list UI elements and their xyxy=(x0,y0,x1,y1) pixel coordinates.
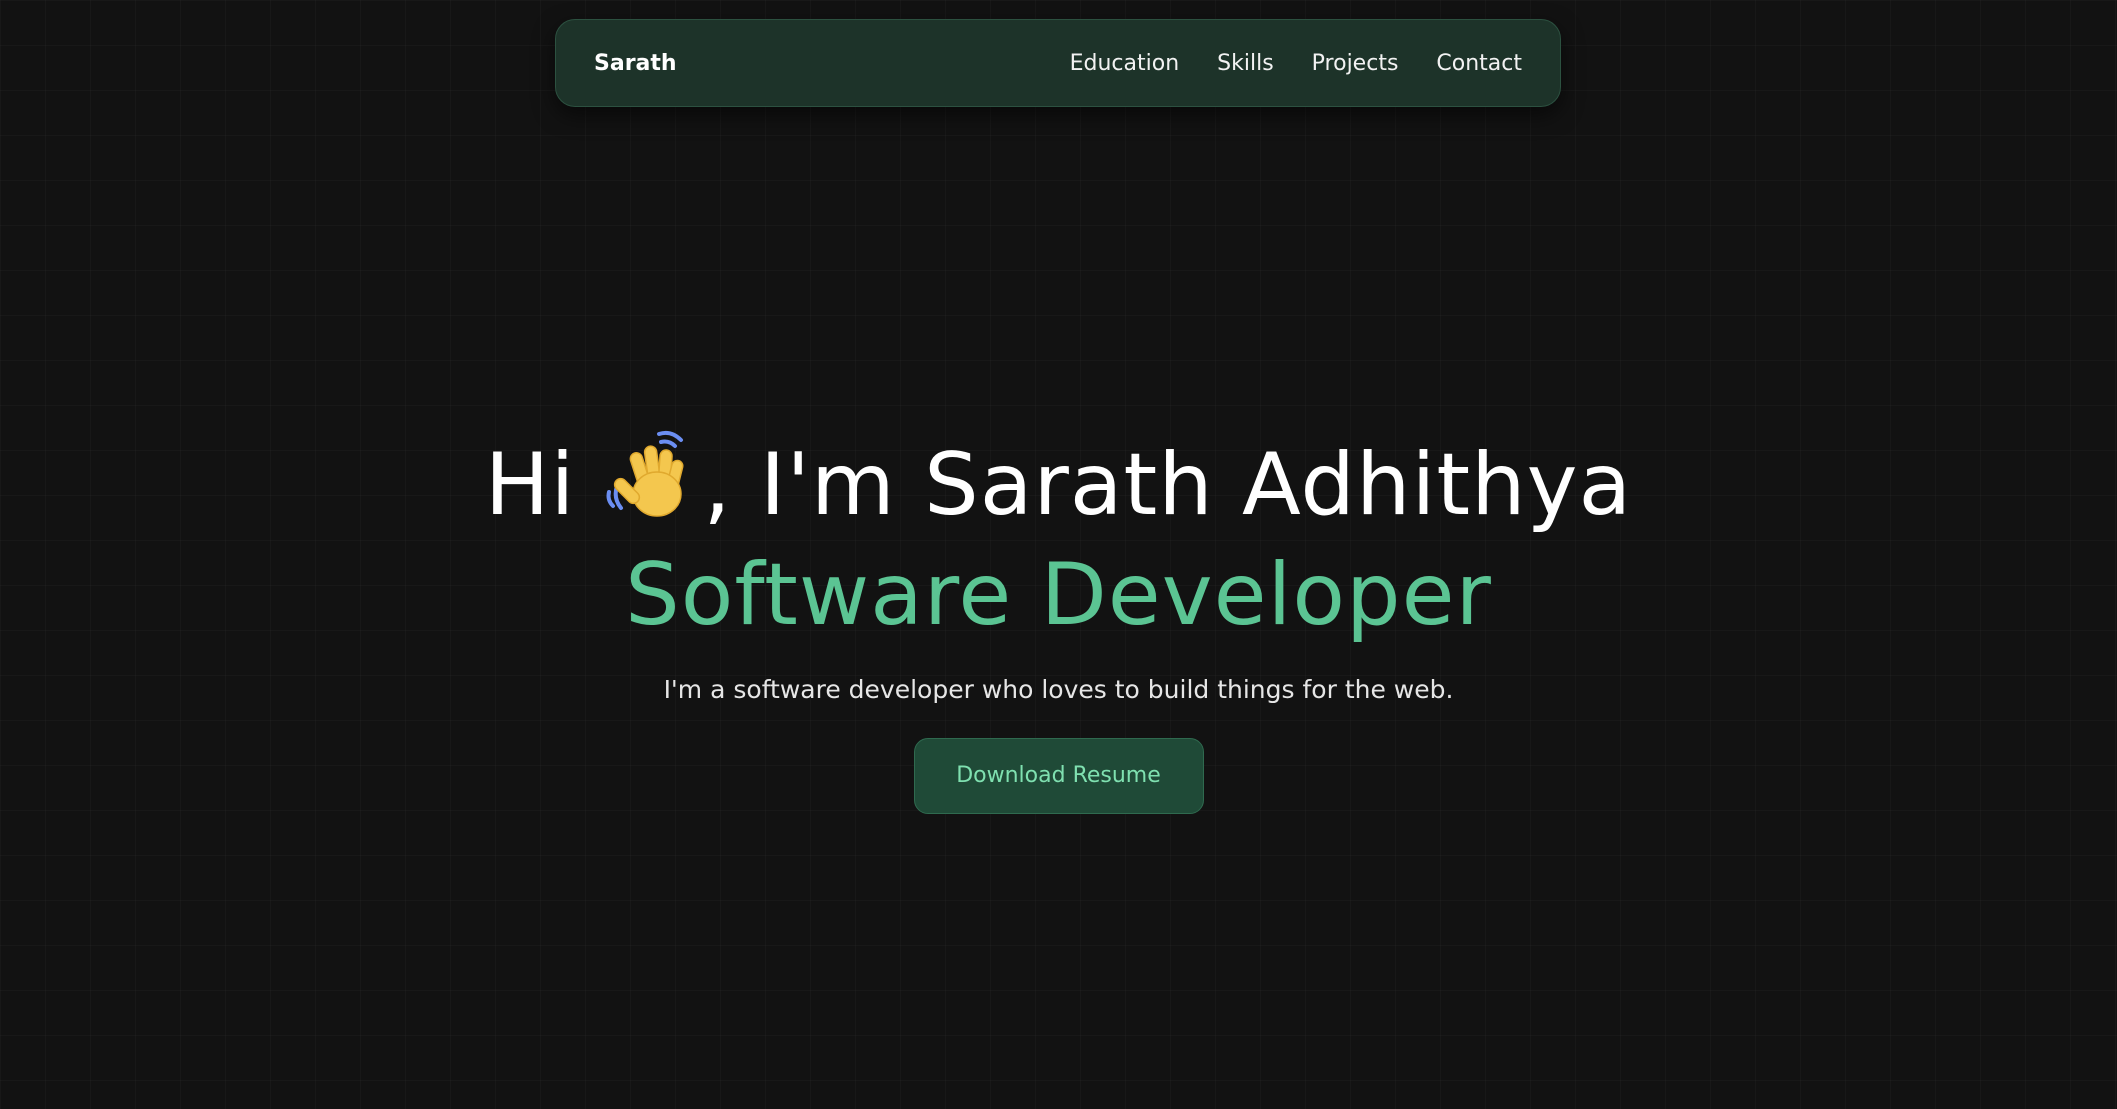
download-resume-button[interactable]: Download Resume xyxy=(913,738,1204,814)
hero-section: Hi , I'm Sarath Adhithya Software Develo… xyxy=(0,430,2117,814)
hero-greeting: Hi , I'm Sarath Adhithya xyxy=(0,430,2117,540)
hero-tagline: I'm a software developer who loves to bu… xyxy=(663,675,1454,704)
nav-link-contact[interactable]: Contact xyxy=(1436,51,1522,76)
nav-link-skills[interactable]: Skills xyxy=(1217,51,1274,76)
nav-link-projects[interactable]: Projects xyxy=(1312,51,1399,76)
greeting-prefix: Hi xyxy=(484,435,576,535)
nav-link-education[interactable]: Education xyxy=(1070,51,1180,76)
nav-links: Education Skills Projects Contact xyxy=(1070,51,1522,76)
navbar: Sarath Education Skills Projects Contact xyxy=(555,19,1561,107)
hero-role: Software Developer xyxy=(625,545,1492,645)
brand-logo-link[interactable]: Sarath xyxy=(594,51,677,76)
greeting-suffix: , I'm Sarath Adhithya xyxy=(703,435,1633,535)
waving-hand-icon xyxy=(599,430,699,526)
